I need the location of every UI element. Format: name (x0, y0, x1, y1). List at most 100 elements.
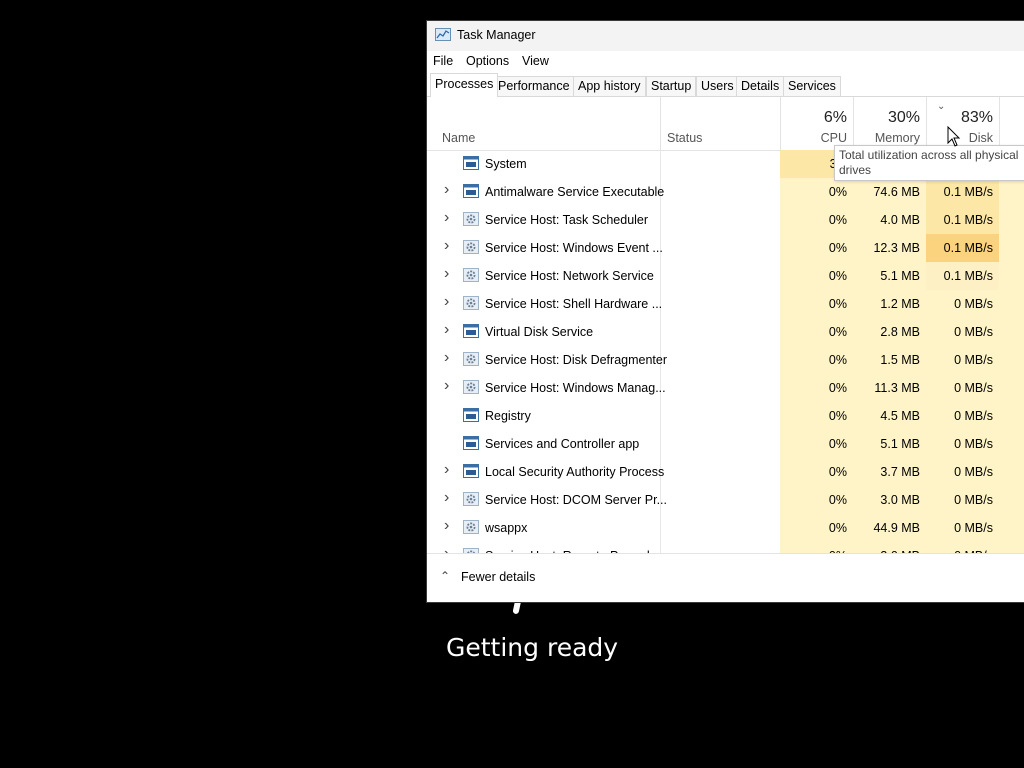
app-window-icon (463, 324, 479, 338)
disk-value: 0.1 MB/s (943, 269, 993, 283)
column-divider[interactable] (853, 97, 854, 150)
column-divider[interactable] (780, 97, 781, 150)
table-row[interactable]: › Service Host: Disk Defragmenter 0% 1.5 MB… (427, 346, 1024, 374)
cpu-value: 0% (828, 241, 847, 255)
table-row[interactable]: › Local Security Authority Process 0% 3.7 M… (427, 458, 1024, 486)
column-divider[interactable] (660, 97, 661, 150)
tab-app-history[interactable]: App history (573, 76, 646, 96)
chevron-right-icon[interactable]: › (444, 209, 449, 227)
tab-details[interactable]: Details (736, 76, 785, 96)
disk-value: 0 MB/s (954, 325, 993, 339)
memory-value: 3.7 MB (880, 465, 920, 479)
disk-value: 0.1 MB/s (943, 213, 993, 227)
table-row[interactable]: › Service Host: Task Scheduler 0% 4.0 MB 0.1… (427, 206, 1024, 234)
process-name: Service Host: DCOM Server Pr... (485, 493, 667, 507)
table-row[interactable]: › Antimalware Service Executable 0% 74.6 MB… (427, 178, 1024, 206)
memory-value: 11.3 MB (874, 381, 920, 395)
table-row[interactable]: › Service Host: Shell Hardware ... 0% 1.2 M… (427, 290, 1024, 318)
column-divider[interactable] (926, 97, 927, 150)
cpu-value: 0% (828, 493, 847, 507)
chevron-right-icon[interactable]: › (444, 237, 449, 255)
table-row[interactable]: › Service Host: DCOM Server Pr... 0% 3.0 MB… (427, 486, 1024, 514)
disk-value: 0 MB/s (954, 437, 993, 451)
disk-value: 0 MB/s (954, 297, 993, 311)
cpu-value: 0% (828, 437, 847, 451)
disk-tooltip: Total utilization across all physical dr… (834, 145, 1024, 181)
table-row[interactable]: › wsappx 0% 44.9 MB 0 MB/s (427, 514, 1024, 542)
menu-options[interactable]: Options (466, 54, 509, 68)
column-name[interactable]: Name (442, 131, 475, 145)
tab-startup[interactable]: Startup (646, 76, 697, 96)
cpu-value: 0% (828, 325, 847, 339)
disk-percent[interactable]: 83% (933, 109, 993, 127)
process-name: Service Host: Task Scheduler (485, 213, 649, 227)
process-list: System3.0›Antimalware Service Executable… (427, 150, 1024, 574)
process-name: Service Host: Windows Manag... (485, 381, 666, 395)
column-status[interactable]: Status (667, 131, 702, 145)
getting-ready-text: Getting ready (446, 633, 619, 662)
chevron-right-icon[interactable]: › (444, 461, 449, 479)
task-manager-icon (435, 28, 451, 41)
process-name: wsappx (485, 521, 528, 535)
memory-value: 12.3 MB (873, 241, 920, 255)
chevron-right-icon[interactable]: › (444, 321, 449, 339)
memory-value: 5.1 MB (880, 269, 920, 283)
fewer-details-label: Fewer details (461, 570, 536, 584)
cpu-value: 0% (828, 353, 847, 367)
footer: ⌃ Fewer details (427, 553, 1024, 602)
memory-value: 1.5 MB (880, 353, 920, 367)
gear-icon (463, 520, 479, 534)
memory-value: 4.5 MB (880, 409, 920, 423)
tab-performance[interactable]: Performance (493, 76, 575, 96)
tab-processes[interactable]: Processes (430, 73, 499, 97)
column-disk[interactable]: Disk (933, 131, 993, 145)
memory-percent[interactable]: 30% (860, 109, 920, 127)
app-window-icon (463, 408, 479, 422)
column-memory[interactable]: Memory (860, 131, 920, 145)
cpu-value: 0% (828, 269, 847, 283)
chevron-right-icon[interactable]: › (444, 349, 449, 367)
gear-icon (463, 296, 479, 310)
cpu-percent[interactable]: 6% (787, 109, 847, 127)
disk-value: 0 MB/s (954, 465, 993, 479)
disk-value: 0 MB/s (954, 409, 993, 423)
table-row[interactable]: › Service Host: Network Service 0% 5.1 MB 0.… (427, 262, 1024, 290)
mouse-cursor-icon (947, 126, 961, 147)
cpu-value: 0% (828, 213, 847, 227)
app-window-icon (463, 436, 479, 450)
table-row[interactable]: › Service Host: Windows Event ... 0% 12.3 M… (427, 234, 1024, 262)
table-row[interactable]: › Service Host: Windows Manag... 0% 11.3 MB… (427, 374, 1024, 402)
chevron-right-icon[interactable]: › (444, 377, 449, 395)
process-name: Service Host: Shell Hardware ... (485, 297, 663, 311)
column-cpu[interactable]: CPU (787, 131, 847, 145)
menu-bar: File Options View (427, 51, 1024, 73)
process-name: Service Host: Network Service (485, 269, 654, 283)
cpu-value: 0% (828, 409, 847, 423)
chevron-right-icon[interactable]: › (444, 293, 449, 311)
memory-value: 4.0 MB (880, 213, 920, 227)
table-row[interactable]: › Virtual Disk Service 0% 2.8 MB 0 MB/s (427, 318, 1024, 346)
tab-bar: Processes Performance App history Startu… (427, 73, 1024, 97)
disk-value: 0 MB/s (954, 493, 993, 507)
menu-view[interactable]: View (522, 54, 549, 68)
tab-services[interactable]: Services (783, 76, 841, 96)
fewer-details-button[interactable]: Fewer details (461, 570, 535, 584)
app-window-icon (463, 156, 479, 170)
table-row[interactable]: Registry 0% 4.5 MB 0 MB/s (427, 402, 1024, 430)
chevron-up-icon[interactable]: ⌃ (440, 569, 450, 583)
column-divider[interactable] (999, 97, 1000, 150)
chevron-right-icon[interactable]: › (444, 181, 449, 199)
chevron-right-icon[interactable]: › (444, 489, 449, 507)
process-name: Antimalware Service Executable (485, 185, 665, 199)
table-row[interactable]: Services and Controller app 0% 5.1 MB 0 MB/… (427, 430, 1024, 458)
process-name: System (485, 157, 527, 171)
tab-users[interactable]: Users (696, 76, 739, 96)
chevron-right-icon[interactable]: › (444, 265, 449, 283)
chevron-right-icon[interactable]: › (444, 517, 449, 535)
title-bar[interactable]: Task Manager (427, 21, 1024, 51)
column-header: Name Status 6% CPU 30% Memory ⌄ 83% Disk (427, 97, 1024, 151)
memory-value: 44.9 MB (873, 521, 920, 535)
gear-icon (463, 352, 479, 366)
menu-file[interactable]: File (433, 54, 453, 68)
window-title: Task Manager (457, 28, 536, 42)
